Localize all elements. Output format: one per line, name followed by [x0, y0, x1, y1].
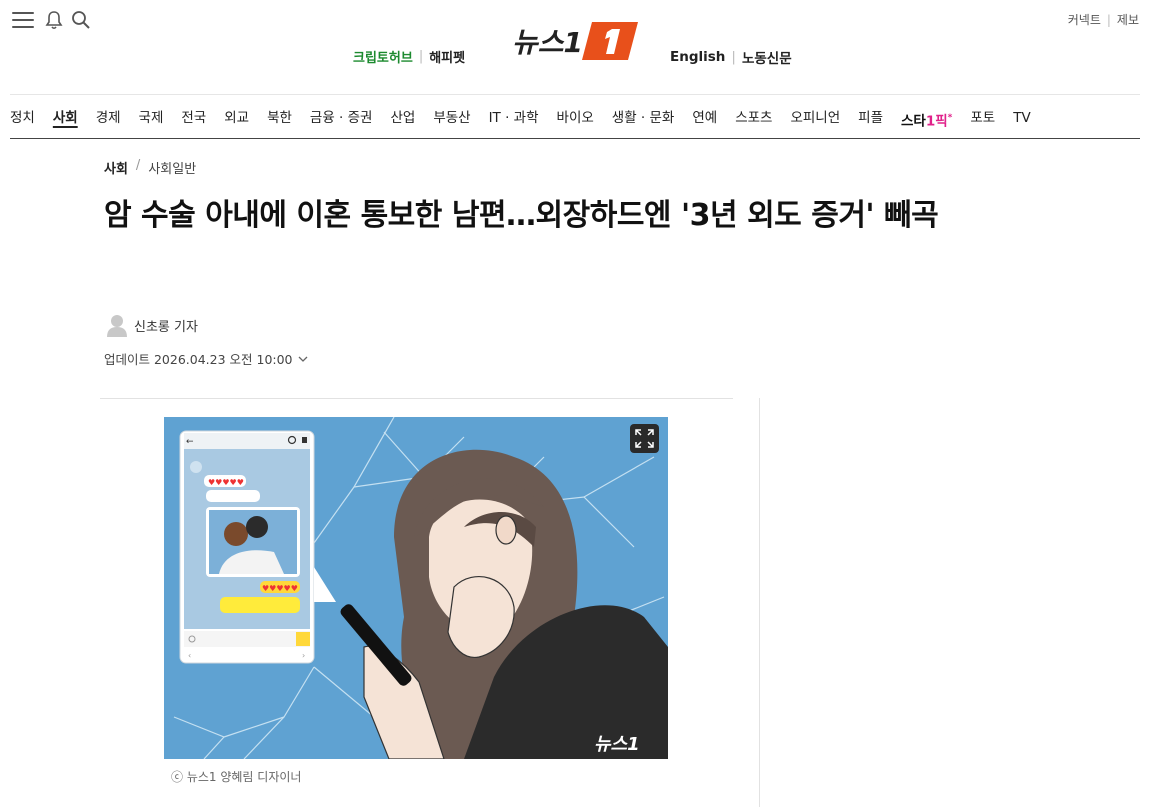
nav-item-real-estate[interactable]: 부동산 [433, 108, 470, 130]
site-header: 커넥트 | 제보 크립토허브 | 해피펫 뉴스1 English | 노동신문 [0, 0, 1163, 95]
logo-wordmark: 뉴스1 [512, 26, 583, 59]
main-nav: 정치 사회 경제 국제 전국 외교 북한 금융 · 증권 산업 부동산 IT ·… [10, 108, 1049, 130]
nav-item-opinion[interactable]: 오피니언 [790, 108, 840, 130]
divider: | [1106, 12, 1111, 27]
nav-item-it-science[interactable]: IT · 과학 [489, 108, 539, 130]
nav-divider [10, 138, 1140, 139]
search-icon[interactable] [71, 10, 91, 30]
nav-item-international[interactable]: 국제 [139, 108, 164, 130]
article-illustration[interactable]: ← ♥♥♥♥♥ ♥♥♥♥♥ ‹ › 뉴스1 [164, 417, 668, 759]
nav-item-finance[interactable]: 금융 · 증권 [310, 108, 373, 130]
svg-text:←: ← [186, 437, 194, 447]
nav-item-diplomacy[interactable]: 외교 [224, 108, 249, 130]
updated-timestamp[interactable]: 업데이트 2026.04.23 오전 10:00 [104, 349, 309, 368]
bell-icon[interactable] [45, 10, 63, 30]
nav-item-nationwide[interactable]: 전국 [181, 108, 206, 130]
nav-item-society[interactable]: 사회 [53, 108, 78, 130]
nav-item-bio[interactable]: 바이오 [557, 108, 594, 130]
updated-text: 업데이트 2026.04.23 오전 10:00 [104, 352, 293, 367]
svg-text:‹: ‹ [188, 651, 191, 660]
happy-pet-link[interactable]: 해피펫 [429, 47, 465, 66]
nav-item-life-culture[interactable]: 생활 · 문화 [612, 108, 675, 130]
breadcrumb-subsection[interactable]: 사회일반 [148, 158, 196, 177]
star-pick-suffix: 1픽 [925, 113, 948, 130]
nav-item-north-korea[interactable]: 북한 [267, 108, 292, 130]
menu-icon[interactable] [12, 11, 34, 29]
sidebar-divider [759, 398, 760, 807]
utility-links: 커넥트 | 제보 [1068, 11, 1139, 28]
reporter-avatar-icon [107, 315, 127, 337]
language-links: English | 노동신문 [670, 47, 792, 67]
divider: | [731, 49, 736, 65]
nav-item-industry[interactable]: 산업 [390, 108, 415, 130]
labor-news-link[interactable]: 노동신문 [742, 47, 792, 67]
nav-item-entertainment[interactable]: 연예 [692, 108, 717, 130]
expand-image-button[interactable] [630, 424, 659, 453]
nav-item-people[interactable]: 피플 [858, 108, 883, 130]
svg-text:♥♥♥♥♥: ♥♥♥♥♥ [262, 584, 298, 593]
breadcrumb-section[interactable]: 사회 [104, 158, 128, 177]
breadcrumb-separator: / [135, 158, 141, 173]
header-divider [10, 94, 1140, 95]
article-headline: 암 수술 아내에 이혼 통보한 남편…외장하드엔 '3년 외도 증거' 빼곡 [104, 198, 939, 233]
image-caption: ⓒ 뉴스1 양혜림 디자이너 [171, 770, 302, 784]
nav-item-star-pick[interactable]: 스타1픽* [901, 108, 952, 130]
nav-item-photo[interactable]: 포토 [970, 108, 995, 130]
news1-logo[interactable]: 뉴스1 [512, 18, 640, 64]
fullscreen-icon [635, 429, 654, 448]
reporter-byline[interactable]: 신초롱 기자 [106, 313, 198, 337]
crypto-hub-link[interactable]: 크립토허브 [353, 47, 413, 66]
reporter-name: 신초롱 기자 [134, 319, 198, 335]
chevron-down-icon [298, 356, 307, 362]
svg-text:›: › [302, 651, 305, 660]
nav-item-sports[interactable]: 스포츠 [735, 108, 772, 130]
star-pick-prefix: 스타 [901, 113, 926, 130]
connect-link[interactable]: 커넥트 [1068, 11, 1101, 28]
breadcrumb: 사회 / 사회일반 [104, 158, 196, 177]
article-divider [100, 398, 733, 399]
tip-link[interactable]: 제보 [1117, 11, 1139, 28]
partner-links: 크립토허브 | 해피펫 [353, 47, 465, 66]
nav-item-economy[interactable]: 경제 [96, 108, 121, 130]
star-pick-mark: * [947, 113, 953, 123]
image-watermark: 뉴스1 [594, 734, 640, 755]
english-link[interactable]: English [670, 49, 725, 65]
svg-text:♥♥♥♥♥: ♥♥♥♥♥ [208, 478, 244, 487]
divider: | [418, 49, 424, 64]
nav-item-tv[interactable]: TV [1013, 108, 1030, 130]
nav-item-politics[interactable]: 정치 [10, 108, 35, 130]
